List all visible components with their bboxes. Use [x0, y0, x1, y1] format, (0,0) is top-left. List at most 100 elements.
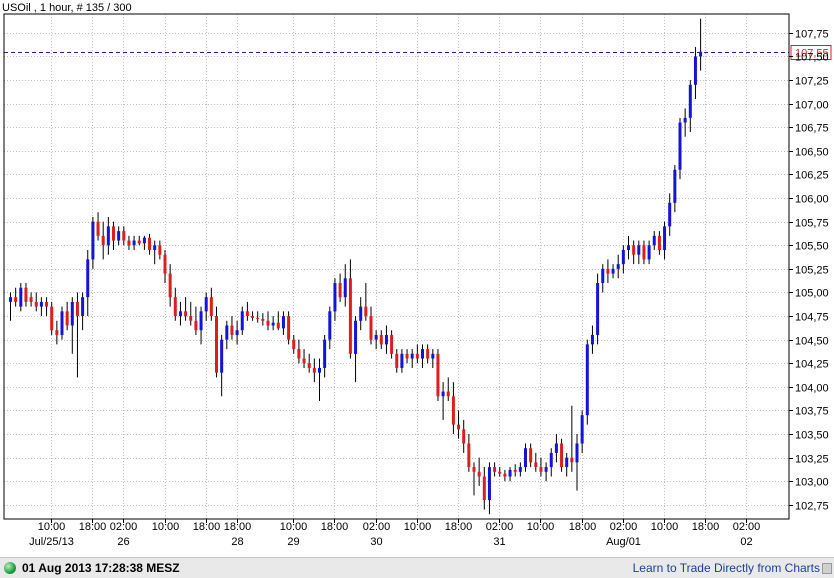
- chart-title: USOil , 1 hour, # 135 / 300: [2, 2, 132, 14]
- candle-body: [678, 122, 682, 170]
- candle-body: [663, 226, 667, 250]
- candle-body: [86, 259, 90, 298]
- candle-body: [230, 325, 234, 335]
- candle-body: [240, 311, 244, 331]
- candle-body: [251, 316, 255, 318]
- candle-body: [81, 297, 85, 317]
- y-tick-label: 103,75: [795, 406, 829, 418]
- candle-body: [225, 325, 229, 340]
- y-tick-label: 104,75: [795, 312, 829, 324]
- candle-body: [194, 320, 198, 331]
- candle-body: [276, 322, 280, 329]
- candle-body: [374, 334, 378, 340]
- candle-body: [503, 473, 507, 477]
- candle-body: [518, 467, 522, 472]
- x-tick-label-time: 02:00: [733, 521, 761, 533]
- candle-body: [256, 317, 260, 319]
- candle-body: [112, 226, 115, 241]
- candle-body: [446, 391, 450, 397]
- candle-body: [565, 457, 569, 468]
- candle-body: [642, 245, 646, 260]
- candle-body: [673, 169, 677, 203]
- candle: [60, 306, 64, 340]
- candle-body: [436, 353, 440, 397]
- candle-body: [96, 221, 100, 236]
- candle-body: [611, 268, 615, 274]
- candle-body: [271, 322, 275, 326]
- x-tick-label-date: 30: [370, 536, 382, 548]
- candle-body: [632, 245, 636, 255]
- candle-body: [184, 311, 188, 317]
- x-tick-label-time: 18:00: [79, 521, 107, 533]
- candle-body: [137, 240, 141, 244]
- candle-body: [400, 353, 404, 368]
- candle-body: [132, 240, 136, 246]
- x-tick-label-time: 18:00: [692, 521, 720, 533]
- candle-body: [117, 231, 121, 241]
- x-tick-label-date: 31: [493, 536, 505, 548]
- candle-body: [75, 301, 79, 317]
- candle-body: [688, 84, 692, 118]
- candle-body: [379, 334, 383, 345]
- candle: [596, 273, 600, 345]
- trade-from-charts-link[interactable]: Learn to Trade Directly from Charts: [633, 561, 820, 575]
- y-tick-label: 107,00: [795, 100, 829, 112]
- x-tick-label-time: 02:00: [610, 521, 638, 533]
- candle-body: [364, 306, 368, 317]
- y-tick-label: 107,75: [795, 29, 829, 41]
- x-tick-label-date: 02: [740, 536, 752, 548]
- x-tick-label-time: 18:00: [224, 521, 252, 533]
- candle-body: [384, 334, 388, 345]
- candle-body: [220, 339, 224, 373]
- y-tick-label: 104,25: [795, 359, 829, 371]
- candle-body: [45, 301, 49, 307]
- candle-body: [245, 311, 249, 317]
- candle-body: [668, 202, 672, 227]
- candle-body: [657, 235, 661, 250]
- price-chart[interactable]: 107,55 107,75107,50107,25107,00106,75106…: [0, 0, 834, 557]
- candle-body: [318, 367, 321, 373]
- candle-body: [498, 471, 502, 474]
- x-tick-label-time: 10:00: [280, 521, 308, 533]
- y-tick-label: 106,50: [795, 147, 829, 159]
- candle-body: [148, 237, 152, 250]
- y-tick-label: 103,50: [795, 430, 829, 442]
- candle-body: [415, 353, 419, 359]
- candle-body: [302, 358, 306, 364]
- candle-body: [312, 367, 316, 373]
- candle-body: [410, 353, 414, 359]
- candle-body: [647, 245, 651, 260]
- candle: [585, 339, 589, 425]
- candle-body: [261, 318, 265, 321]
- x-tick-label-time: 18:00: [193, 521, 221, 533]
- x-tick-label-time: 10:00: [152, 521, 180, 533]
- candle-body: [457, 424, 461, 430]
- candle-body: [451, 396, 455, 425]
- y-tick-label: 104,00: [795, 383, 829, 395]
- candle-body: [297, 349, 301, 359]
- candle-body: [29, 297, 33, 302]
- candle-body: [616, 264, 620, 269]
- candle-body: [199, 311, 203, 331]
- candle-body: [204, 297, 208, 312]
- x-tick-label-time: 18:00: [569, 521, 597, 533]
- candle-body: [9, 297, 12, 302]
- y-tick-label: 104,50: [795, 336, 829, 348]
- y-tick-label: 103,00: [795, 477, 829, 489]
- candle-body: [127, 240, 131, 246]
- candle-body: [606, 268, 610, 274]
- candle-body: [493, 467, 497, 472]
- candle-body: [168, 273, 172, 298]
- candle-body: [477, 471, 481, 477]
- status-bar: 01 Aug 2013 17:28:38 MESZ Learn to Trade…: [0, 557, 834, 578]
- resize-grip-icon[interactable]: [822, 563, 832, 574]
- x-tick-label-time: 10:00: [527, 521, 555, 533]
- candle-body: [467, 443, 471, 468]
- y-tick-label: 102,75: [795, 501, 829, 513]
- candle-body: [472, 467, 476, 472]
- candle: [50, 301, 54, 335]
- y-axis: 107,75 107,50 107,25 107,00 106,75 106,50 106,…: [789, 29, 829, 513]
- candle-body: [441, 391, 445, 397]
- candle: [436, 349, 440, 402]
- x-tick-label-time: 18:00: [321, 521, 349, 533]
